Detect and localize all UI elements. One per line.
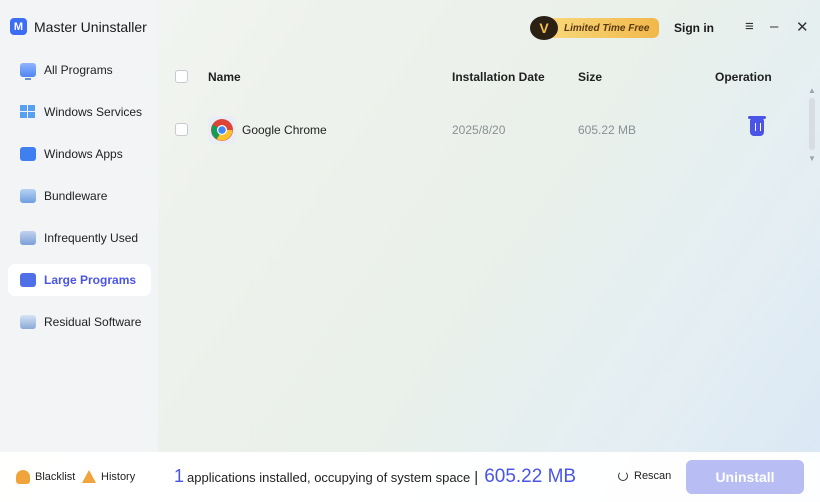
column-operation-header: Operation — [715, 70, 772, 84]
app-logo-icon: M — [10, 18, 27, 35]
sidebar-item-label: Windows Services — [44, 105, 143, 119]
monitor-icon — [20, 63, 36, 80]
sidebar-item-label: All Programs — [44, 63, 113, 77]
windows-icon — [20, 105, 36, 119]
program-name: Google Chrome — [242, 123, 327, 137]
rescan-button[interactable]: Rescan — [618, 470, 671, 482]
sidebar-item-infrequently-used[interactable]: Infrequently Used — [8, 222, 151, 254]
sidebar-item-all-programs[interactable]: All Programs — [8, 54, 151, 86]
sidebar-item-windows-apps[interactable]: Windows Apps — [8, 138, 151, 170]
uninstall-button[interactable]: Uninstall — [686, 460, 804, 494]
scrollbar-thumb[interactable] — [809, 98, 815, 150]
sidebar-item-windows-services[interactable]: Windows Services — [8, 96, 151, 128]
sidebar-item-label: Windows Apps — [44, 147, 123, 161]
app-title: Master Uninstaller — [34, 18, 147, 35]
bundle-icon — [20, 189, 36, 203]
sidebar-item-bundleware[interactable]: Bundleware — [8, 180, 151, 212]
footer-bar: Blacklist History 1 applications install… — [0, 452, 820, 502]
apps-icon — [20, 147, 36, 161]
sidebar-item-residual-software[interactable]: Residual Software — [8, 306, 151, 338]
minimize-icon[interactable]: – — [770, 18, 778, 35]
vip-badge-icon: V — [530, 16, 558, 40]
installed-count: 1 — [174, 466, 185, 486]
sidebar: M Master Uninstaller All Programs Window… — [0, 0, 158, 452]
blacklist-link[interactable]: Blacklist — [16, 470, 75, 484]
close-icon[interactable]: ✕ — [796, 18, 809, 36]
summary-separator: | — [474, 469, 479, 486]
summary-text: applications installed, occupying of sys… — [187, 470, 471, 485]
large-programs-icon — [20, 273, 36, 287]
column-date-header: Installation Date — [452, 70, 545, 84]
signin-link[interactable]: Sign in — [674, 21, 714, 35]
rescan-label: Rescan — [634, 470, 672, 482]
install-date: 2025/8/20 — [452, 123, 506, 137]
total-size: 605.22 MB — [484, 466, 577, 487]
sidebar-nav: All Programs Windows Services Windows Ap… — [8, 54, 151, 348]
sidebar-item-label: Bundleware — [44, 189, 108, 203]
column-name-header: Name — [208, 70, 241, 84]
ghost-icon — [16, 470, 30, 484]
sidebar-item-large-programs[interactable]: Large Programs — [8, 264, 151, 296]
install-summary: 1 applications installed, occupying of s… — [174, 466, 576, 488]
program-size: 605.22 MB — [578, 123, 637, 137]
brand: M Master Uninstaller — [10, 18, 147, 35]
refresh-icon — [618, 471, 628, 481]
residual-icon — [20, 315, 36, 329]
select-all-checkbox[interactable] — [175, 70, 188, 83]
promo-banner[interactable]: V Limited Time Free — [530, 16, 660, 40]
promo-label: Limited Time Free — [550, 18, 660, 38]
column-size-header: Size — [578, 70, 603, 84]
sidebar-item-label: Infrequently Used — [44, 231, 139, 245]
sidebar-item-label: Large Programs — [44, 273, 137, 287]
history-link[interactable]: History — [82, 470, 135, 483]
table-header: Name Installation Date Size Operation — [158, 62, 810, 90]
menu-icon[interactable]: ≡ — [745, 18, 754, 35]
table-row[interactable]: Google Chrome 2025/8/20 605.22 MB — [158, 110, 810, 150]
scroll-up-arrow-icon[interactable]: ▲ — [808, 86, 816, 95]
chrome-icon — [208, 116, 236, 144]
sidebar-item-label: Residual Software — [44, 315, 142, 329]
history-label: History — [101, 470, 136, 483]
row-checkbox[interactable] — [175, 123, 188, 136]
scroll-down-arrow-icon[interactable]: ▼ — [808, 154, 816, 163]
uninstall-trash-icon[interactable] — [748, 116, 766, 136]
blacklist-label: Blacklist — [35, 471, 76, 483]
calendar-icon — [20, 231, 36, 245]
warning-icon — [82, 470, 96, 483]
